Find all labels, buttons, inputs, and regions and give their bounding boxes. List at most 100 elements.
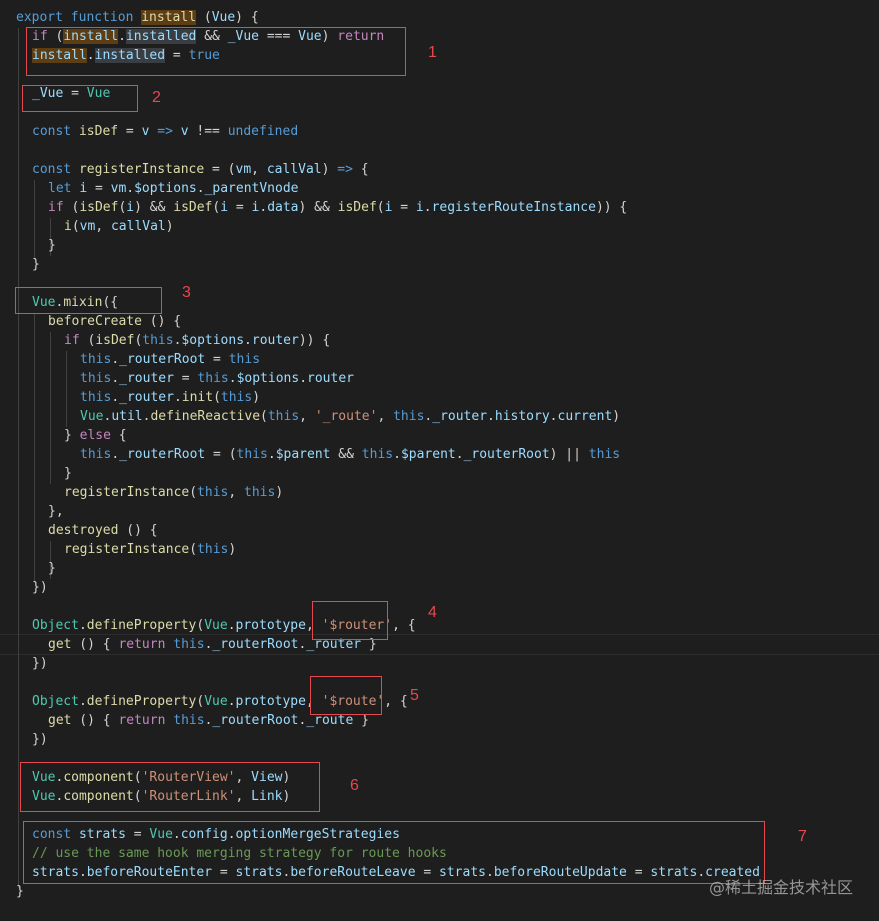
code-token: Vue (211, 10, 236, 25)
code-token: View (251, 770, 283, 785)
code-line[interactable]: destroyed () { (48, 521, 158, 540)
code-line[interactable]: get () { return this._routerRoot._route … (48, 711, 369, 730)
code-token: ) (228, 542, 237, 557)
code-line[interactable]: registerInstance(this) (64, 540, 236, 559)
code-line[interactable]: this._router = this.$options.router (80, 369, 354, 388)
code-line[interactable]: if (isDef(this.$options.router)) { (64, 331, 330, 350)
code-token: data (267, 200, 299, 215)
code-token: } (48, 238, 56, 253)
code-token: ) (282, 789, 291, 804)
code-line[interactable]: i(vm, callVal) (64, 217, 174, 236)
code-token: . (78, 865, 87, 880)
code-line[interactable]: this._routerRoot = (this.$parent && this… (80, 445, 620, 464)
code-line[interactable]: Object.defineProperty(Vue.prototype, '$r… (32, 692, 408, 711)
code-line[interactable]: const registerInstance = (vm, callVal) =… (32, 160, 369, 179)
code-line[interactable]: registerInstance(this, this) (64, 483, 283, 502)
code-token: install (32, 48, 87, 63)
code-token: v (180, 124, 189, 139)
code-line[interactable]: _Vue = Vue (32, 84, 110, 103)
code-line[interactable]: Vue.mixin({ (32, 293, 118, 312)
code-token: ( (376, 200, 385, 215)
code-token: util (111, 409, 143, 424)
code-token: }) (32, 732, 48, 747)
code-token: Vue (298, 29, 322, 44)
code-line[interactable]: get () { return this._routerRoot._router… (48, 635, 377, 654)
code-token: vm (79, 219, 96, 234)
code-line[interactable]: this._router.init(this) (80, 388, 260, 407)
code-token: _router (306, 637, 362, 652)
code-token: '$router' (321, 618, 393, 633)
code-token: . (267, 447, 276, 462)
code-token: } (32, 257, 40, 272)
code-token: === (259, 29, 299, 44)
code-token: if (48, 200, 64, 215)
code-token: )) { (298, 333, 331, 348)
code-line[interactable]: }) (32, 654, 48, 673)
code-line[interactable]: const isDef = v => v !== undefined (32, 122, 298, 141)
code-token: () { (71, 637, 119, 652)
code-line[interactable]: } (16, 882, 24, 901)
code-line[interactable]: }) (32, 578, 48, 597)
code-token: = (173, 371, 198, 386)
code-line[interactable]: // use the same hook merging strategy fo… (32, 844, 447, 863)
code-token: = (165, 48, 189, 63)
code-token: isDef (79, 200, 119, 215)
code-line[interactable]: if (install.installed && _Vue === Vue) r… (32, 27, 384, 46)
code-line[interactable]: export function install (Vue) { (16, 8, 259, 27)
code-token: Vue (80, 409, 104, 424)
annotation-number-7: 7 (798, 828, 807, 845)
code-line[interactable]: } else { (64, 426, 127, 445)
code-token: = (228, 200, 252, 215)
code-token: } (361, 637, 377, 652)
code-token: ( (213, 390, 221, 405)
code-line[interactable]: Vue.component('RouterLink', Link) (32, 787, 290, 806)
code-line[interactable]: } (48, 236, 56, 255)
code-line[interactable]: Object.defineProperty(Vue.prototype, '$r… (32, 616, 416, 635)
code-line[interactable]: install.installed = true (32, 46, 220, 65)
indent-guide (18, 28, 19, 888)
code-line[interactable]: beforeCreate () { (48, 312, 181, 331)
code-token: . (78, 618, 87, 633)
code-token: . (196, 181, 205, 196)
code-line[interactable]: Vue.component('RouterView', View) (32, 768, 290, 787)
code-token: vm (110, 181, 127, 196)
code-token: => (149, 124, 181, 139)
code-token: . (111, 447, 120, 462)
code-token: = (205, 352, 229, 367)
code-token: . (172, 827, 181, 842)
code-token: , (235, 789, 252, 804)
code-token: this (173, 713, 205, 728)
code-token: } (64, 428, 80, 443)
code-token: this (80, 447, 112, 462)
code-token: router (307, 371, 354, 386)
watermark: @稀土掘金技术社区 (708, 878, 853, 897)
code-line[interactable]: Vue.util.defineReactive(this, '_route', … (80, 407, 620, 426)
code-line[interactable]: } (64, 464, 72, 483)
code-token: i (126, 200, 135, 215)
code-token: . (423, 200, 432, 215)
code-line[interactable]: }, (48, 502, 64, 521)
code-token: , { (392, 618, 416, 633)
code-token: = (626, 865, 651, 880)
code-line[interactable]: if (isDef(i) && isDef(i = i.data) && isD… (48, 198, 627, 217)
code-token: this (393, 409, 425, 424)
code-token: . (111, 390, 120, 405)
code-line[interactable]: let i = vm.$options._parentVnode (48, 179, 298, 198)
code-token: $options (236, 371, 300, 386)
code-token: ({ (102, 295, 119, 310)
code-token: this (267, 409, 300, 424)
code-token: Link (251, 789, 283, 804)
code-token: _routerRoot (212, 713, 299, 728)
code-line[interactable]: }) (32, 730, 48, 749)
code-token: . (173, 390, 182, 405)
code-line[interactable]: this._routerRoot = this (80, 350, 260, 369)
code-token: beforeRouteEnter (86, 865, 213, 880)
code-line[interactable]: } (48, 559, 56, 578)
code-token: = (392, 200, 416, 215)
indent-guide (66, 351, 67, 427)
code-editor[interactable]: export function install (Vue) {if (insta… (0, 0, 879, 921)
code-token: ( (133, 770, 142, 785)
code-line[interactable]: strats.beforeRouteEnter = strats.beforeR… (32, 863, 760, 882)
code-line[interactable]: const strats = Vue.config.optionMergeStr… (32, 825, 400, 844)
code-line[interactable]: } (32, 255, 40, 274)
